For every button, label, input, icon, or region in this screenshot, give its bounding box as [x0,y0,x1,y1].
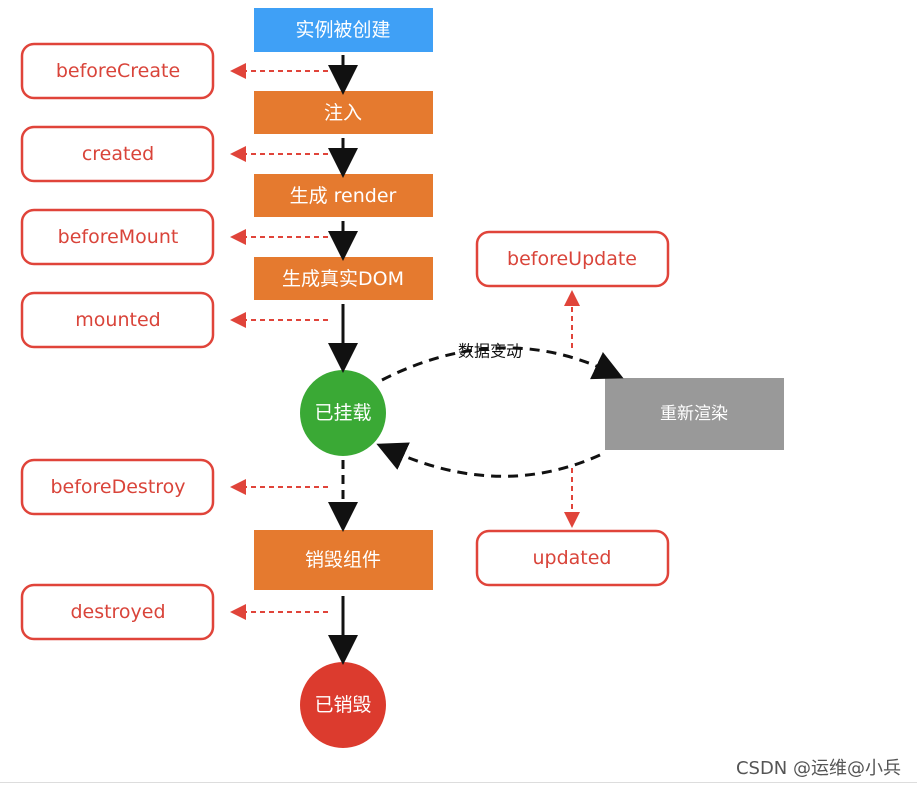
hook-label: beforeMount [58,226,179,248]
step-label: 销毁组件 [305,549,381,571]
hook-before-update: beforeUpdate [475,230,670,288]
hook-label: mounted [75,309,160,331]
state-mounted: 已挂载 [300,370,386,456]
step-destroy-component: 销毁组件 [254,530,433,590]
step-instance-created: 实例被创建 [254,8,433,52]
hook-label: beforeDestroy [50,476,185,498]
hook-label: beforeUpdate [507,248,637,270]
step-label: 重新渲染 [660,404,728,424]
hook-label: destroyed [70,601,165,623]
hook-created: created [20,125,215,183]
step-label: 实例被创建 [295,19,390,41]
step-label: 注入 [324,102,362,124]
data-change-label: 数据变动 [458,342,522,361]
hook-label: beforeCreate [56,60,180,82]
hook-destroyed: destroyed [20,583,215,641]
hook-updated: updated [475,529,670,587]
hook-label: created [82,143,154,165]
step-rerender: 重新渲染 [605,378,784,450]
step-inject: 注入 [254,91,433,134]
hook-mounted: mounted [20,291,215,349]
vue-lifecycle-diagram: 实例被创建 注入 生成 render 生成真实DOM 销毁组件 已挂载 已销毁 … [20,8,784,748]
hook-label: updated [532,547,611,569]
hook-before-create: beforeCreate [20,42,215,100]
hook-before-destroy: beforeDestroy [20,458,215,516]
step-label: 生成真实DOM [282,268,404,290]
hook-before-mount: beforeMount [20,208,215,266]
state-label: 已销毁 [314,694,371,716]
step-render: 生成 render [254,174,433,217]
state-label: 已挂载 [314,402,371,424]
step-label: 生成 render [290,185,397,207]
divider [0,782,917,783]
step-real-dom: 生成真实DOM [254,257,433,300]
watermark: CSDN @运维@小兵 [735,758,901,779]
state-destroyed: 已销毁 [300,662,386,748]
